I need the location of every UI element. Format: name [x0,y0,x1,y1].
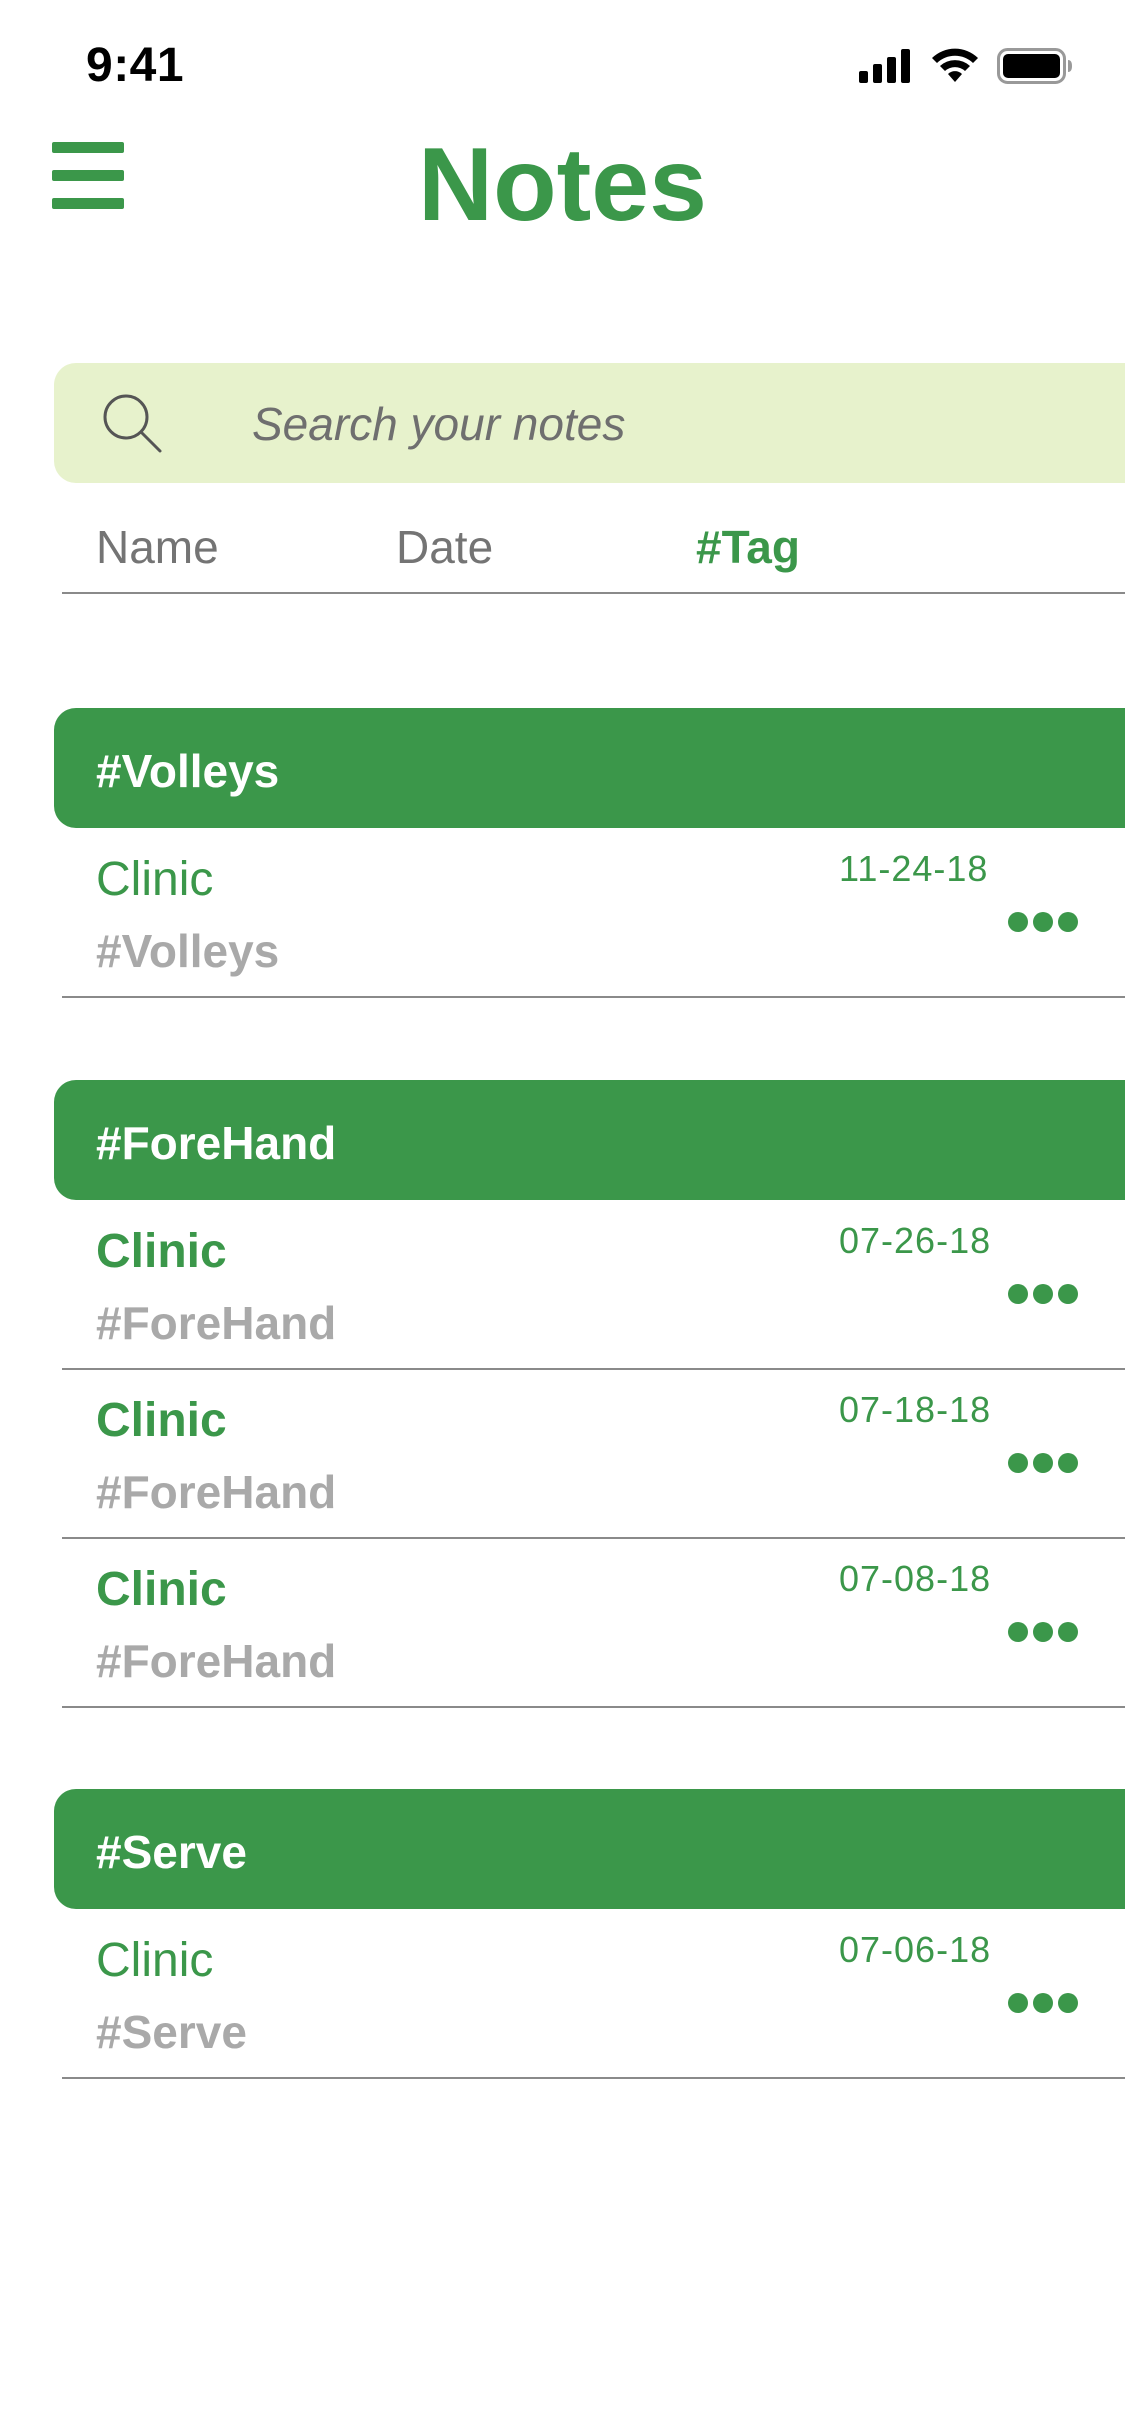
note-tag: #ForeHand [96,1297,337,1349]
note-row[interactable]: Clinic #ForeHand 07-08-18 [62,1538,1125,1708]
note-row[interactable]: Clinic #Serve 07-06-18 [62,1909,1125,2079]
status-icons [859,48,1073,84]
more-options-icon[interactable] [1008,1987,1078,2017]
note-date: 07-18-18 [839,1389,992,1430]
note-row[interactable]: Clinic #Volleys 11-24-18 [62,828,1125,998]
notes-screen: 9:41 Notes Name [0,0,1125,2436]
signal-icon [859,49,910,83]
search-icon [103,394,162,453]
search-input[interactable] [252,389,952,459]
note-row[interactable]: Clinic #ForeHand 07-18-18 [62,1369,1125,1539]
page-title: Notes [418,127,707,243]
sort-tabs: Name Date #Tag [62,510,1125,594]
wifi-icon [932,48,978,82]
group-header-label: #Volleys [96,745,280,797]
sort-tab-name[interactable]: Name [96,520,219,574]
group-header-label: #Serve [96,1826,247,1878]
note-title: Clinic [96,1394,227,1447]
note-date: 07-08-18 [839,1558,992,1599]
note-title: Clinic [96,853,214,906]
group-header-volleys[interactable]: #Volleys [54,708,1125,828]
group-header-label: #ForeHand [96,1117,337,1169]
more-options-icon[interactable] [1008,906,1078,936]
note-tag: #Volleys [96,925,280,977]
sort-tab-tag[interactable]: #Tag [696,520,800,574]
more-options-icon[interactable] [1008,1278,1078,1308]
note-title: Clinic [96,1563,227,1616]
note-tag: #ForeHand [96,1466,337,1518]
note-date: 07-06-18 [839,1929,992,1970]
note-row[interactable]: Clinic #ForeHand 07-26-18 [62,1200,1125,1370]
battery-icon [997,48,1072,84]
sort-tab-date[interactable]: Date [396,520,493,574]
note-tag: #ForeHand [96,1635,337,1687]
search-bar[interactable] [54,363,1125,483]
more-options-icon[interactable] [1008,1616,1078,1646]
note-tag: #Serve [96,2006,247,2058]
group-header-forehand[interactable]: #ForeHand [54,1080,1125,1200]
note-title: Clinic [96,1934,214,1987]
group-header-serve[interactable]: #Serve [54,1789,1125,1909]
status-time: 9:41 [86,39,185,92]
note-date: 07-26-18 [839,1220,992,1261]
note-date: 11-24-18 [839,848,989,889]
note-title: Clinic [96,1225,227,1278]
more-options-icon[interactable] [1008,1447,1078,1477]
